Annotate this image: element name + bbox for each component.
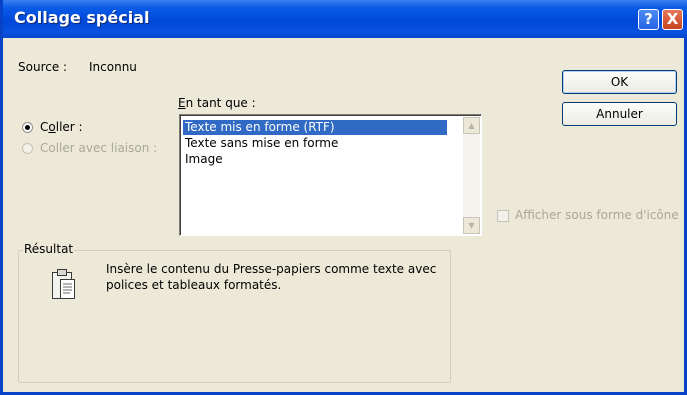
paste-radio[interactable] [22, 122, 33, 133]
clipboard-icon [52, 269, 75, 299]
paste-label-mnemonic: o [48, 120, 56, 134]
paste-as-mnemonic: E [178, 96, 186, 110]
paste-link-radio[interactable] [22, 143, 33, 154]
result-description-line2: polices et tableaux formatés. [106, 278, 282, 292]
format-item-rtf[interactable]: Texte mis en forme (RTF) [183, 120, 447, 135]
ok-button[interactable]: OK [562, 70, 677, 94]
paste-as-label: En tant que : [178, 96, 256, 110]
help-button[interactable]: ? [638, 9, 659, 30]
listbox-scrollbar[interactable]: ▲ ▼ [463, 117, 480, 234]
collage-special-dialog: Collage spécial ? X Source : Inconnu En … [0, 0, 687, 395]
source-value: Inconnu [89, 60, 137, 74]
paste-label-rest: ller : [55, 120, 83, 134]
scroll-down-icon: ▼ [468, 221, 475, 230]
format-item-image[interactable]: Image [183, 152, 447, 167]
display-as-icon-checkbox[interactable] [497, 210, 509, 222]
result-description-line1: Insère le contenu du Presse-papiers comm… [106, 262, 437, 276]
paste-radio-label[interactable]: Coller : [40, 120, 83, 134]
scroll-up-icon: ▲ [468, 121, 475, 130]
source-label: Source : [18, 60, 68, 74]
paste-as-label-rest: n tant que : [185, 96, 256, 110]
close-icon: X [666, 10, 679, 28]
result-legend: Résultat [23, 242, 75, 256]
scroll-up-button[interactable]: ▲ [463, 117, 480, 134]
title-bar[interactable]: Collage spécial ? X [3, 0, 687, 38]
display-as-icon-label: Afficher sous forme d'icône [515, 208, 679, 222]
help-icon: ? [644, 10, 653, 28]
paste-link-label: Coller avec liaison : [40, 141, 158, 155]
format-item-plain-text[interactable]: Texte sans mise en forme [183, 136, 447, 151]
scroll-down-button[interactable]: ▼ [463, 217, 480, 234]
format-listbox[interactable]: Texte mis en forme (RTF) Texte sans mise… [179, 114, 482, 236]
cancel-button[interactable]: Annuler [562, 102, 677, 126]
window-title: Collage spécial [14, 8, 150, 27]
close-button[interactable]: X [662, 9, 683, 30]
